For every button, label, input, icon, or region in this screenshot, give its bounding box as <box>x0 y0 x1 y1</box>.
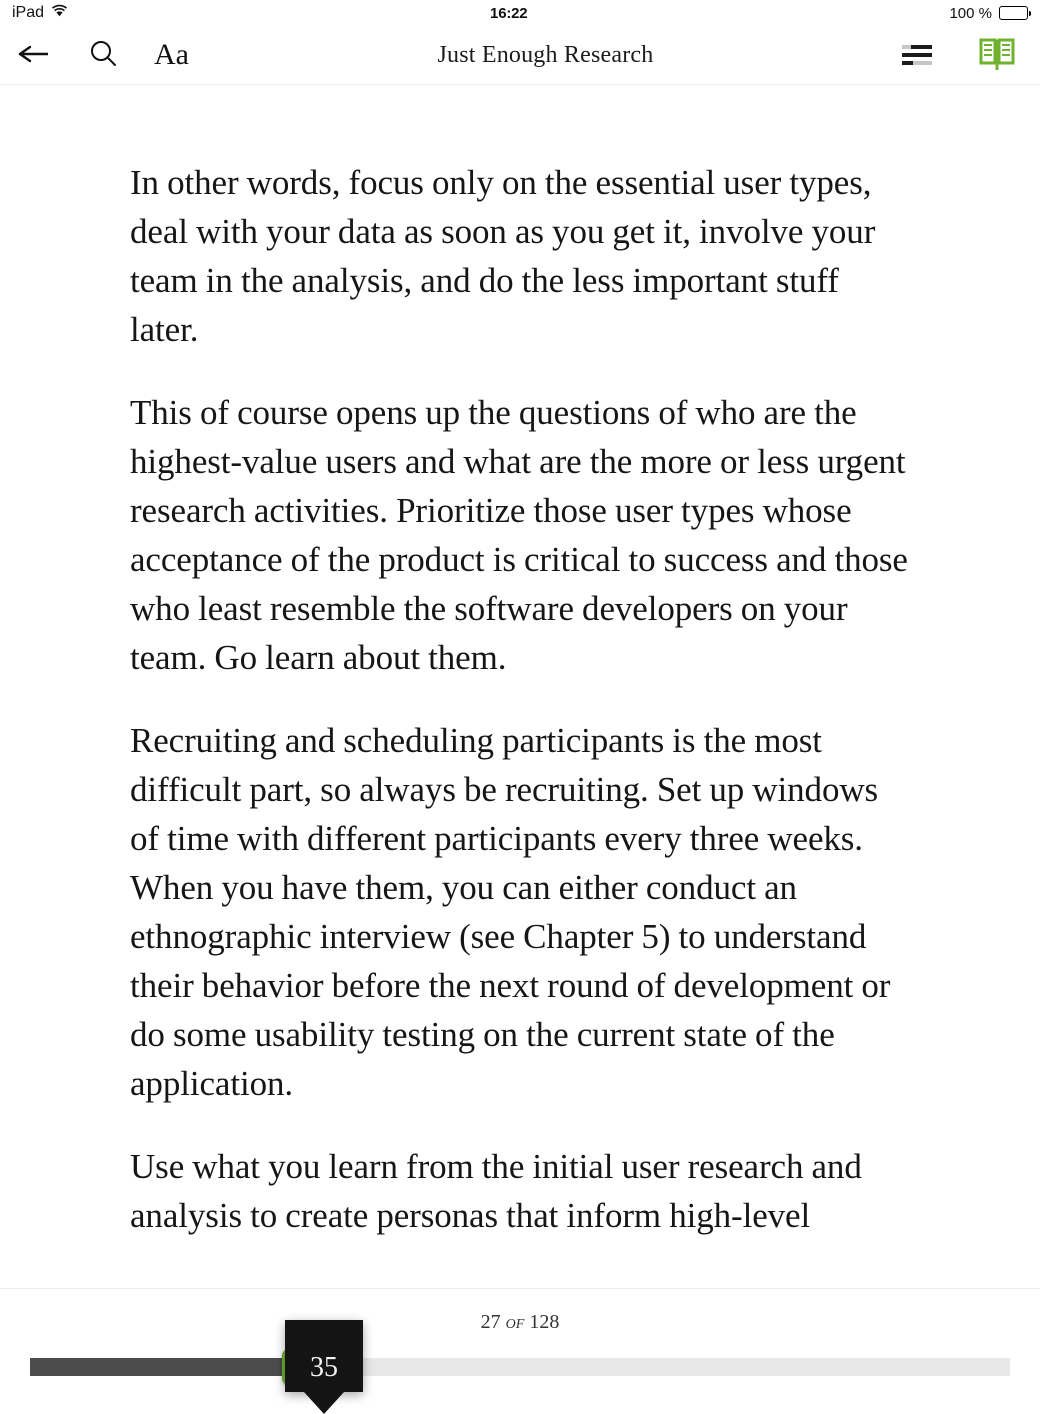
font-size-button[interactable]: Aa <box>154 37 189 71</box>
table-of-contents-icon <box>902 44 932 65</box>
page-indicator: 27 of 128 <box>0 1311 1040 1334</box>
device-name-label: iPad <box>12 4 45 21</box>
paragraph: This of course opens up the questions of… <box>130 393 908 677</box>
arrow-left-icon <box>18 42 52 68</box>
battery-percent-label: 100 % <box>949 4 992 22</box>
page-of-word: of <box>505 1311 525 1333</box>
status-bar: iPad 16:22 100 % <box>0 0 1040 26</box>
status-bar-left: iPad <box>12 4 68 22</box>
table-of-contents-button[interactable] <box>902 44 932 65</box>
toolbar-left-group: Aa <box>0 39 189 71</box>
open-book-icon <box>978 36 1016 74</box>
book-title: Just Enough Research <box>437 41 654 68</box>
reader-content-area[interactable]: In other words, focus only on the essent… <box>0 86 1040 1288</box>
page-slider-fill <box>30 1358 285 1376</box>
search-icon <box>88 39 118 71</box>
page-number-tooltip: 35 <box>285 1320 363 1392</box>
wifi-icon <box>51 4 68 22</box>
reader-toolbar: Aa Just Enough Research <box>0 26 1040 85</box>
reader-bottom-bar: 27 of 128 35 <box>0 1288 1040 1392</box>
back-button[interactable] <box>18 42 52 68</box>
status-bar-clock: 16:22 <box>490 4 528 22</box>
battery-full-icon <box>999 6 1031 20</box>
font-size-label: Aa <box>154 37 189 71</box>
library-button[interactable] <box>978 36 1016 74</box>
toolbar-right-group <box>902 36 1040 74</box>
status-bar-right: 100 % <box>949 4 1031 22</box>
page-total-label: 128 <box>529 1311 560 1333</box>
paragraph: Use what you learn from the initial user… <box>130 1147 862 1235</box>
paragraph: Recruiting and scheduling participants i… <box>130 721 891 1103</box>
page-current-label: 27 <box>480 1311 501 1333</box>
page-number-tooltip-value: 35 <box>310 1352 338 1383</box>
search-button[interactable] <box>88 39 118 71</box>
paragraph: In other words, focus only on the essent… <box>130 163 876 349</box>
page-slider[interactable] <box>30 1349 1010 1385</box>
